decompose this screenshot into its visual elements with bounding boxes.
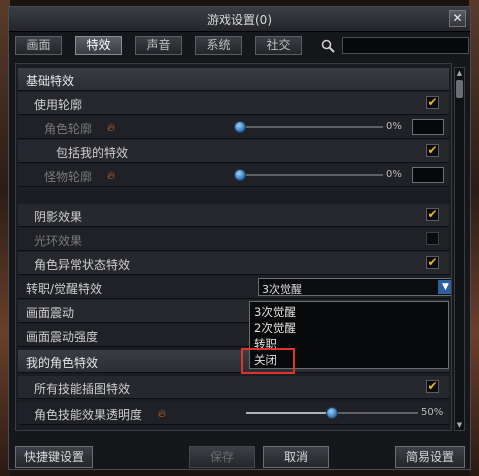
- scroll-up-icon[interactable]: ▲: [455, 68, 464, 78]
- setting-row-include-my-effects: 包括我的特效 ✔: [18, 140, 449, 163]
- tab-effects[interactable]: 特效: [75, 36, 122, 55]
- search-icon[interactable]: [321, 39, 335, 53]
- title-bar: 游戏设置(0) ✕: [9, 7, 470, 32]
- flame-icon: 🔥︎: [107, 169, 116, 182]
- setting-row-halo: 光环效果: [18, 228, 449, 251]
- tab-social[interactable]: 社交: [255, 36, 302, 55]
- setting-row-shadow: 阴影效果 ✔: [18, 204, 449, 227]
- abnormal-status-checkbox[interactable]: ✔: [426, 256, 439, 269]
- setting-label: 包括我的特效: [56, 146, 129, 160]
- simple-settings-button[interactable]: 简易设置: [395, 446, 465, 468]
- cancel-button[interactable]: 取消: [263, 446, 329, 468]
- search-input[interactable]: [342, 37, 469, 54]
- scroll-thumb[interactable]: [456, 80, 463, 98]
- shadow-checkbox[interactable]: ✔: [426, 208, 439, 221]
- flame-icon: 🔥︎: [107, 121, 116, 134]
- setting-label: 角色技能效果透明度: [34, 408, 143, 422]
- flame-icon: 🔥︎: [158, 407, 167, 420]
- tab-sound[interactable]: 声音: [135, 36, 182, 55]
- setting-label: 怪物轮廓: [44, 170, 93, 184]
- setting-label: 转职/觉醒特效: [26, 282, 103, 296]
- close-button[interactable]: ✕: [449, 10, 466, 27]
- scrollbar[interactable]: ▲ ▼: [454, 67, 465, 431]
- section-title: 基础特效: [26, 74, 75, 88]
- chevron-down-icon[interactable]: ▼: [438, 280, 451, 294]
- setting-row-awakening: 转职/觉醒特效 3次觉醒 ▼: [18, 276, 451, 299]
- highlight-box: [241, 348, 295, 374]
- skill-transparency-slider[interactable]: [246, 407, 418, 419]
- slider-knob[interactable]: [326, 407, 338, 419]
- percent-value: 50%: [421, 407, 444, 418]
- settings-window: 游戏设置(0) ✕ 画面 特效 声音 系统 社交 基础特效 使用轮廓 ✔ 角色轮…: [8, 6, 471, 470]
- setting-row-skill-cutin: 所有技能插图特效 ✔: [18, 376, 449, 399]
- setting-label: 光环效果: [34, 234, 83, 248]
- setting-label: 角色异常状态特效: [34, 258, 131, 272]
- shortcut-settings-button[interactable]: 快捷键设置: [15, 446, 93, 468]
- save-button[interactable]: 保存: [189, 446, 255, 468]
- section-title: 我的角色特效: [26, 356, 99, 370]
- setting-label: 画面震动: [26, 306, 75, 320]
- dropdown-option-3rd-awakening[interactable]: 3次觉醒: [254, 304, 296, 320]
- use-outline-checkbox[interactable]: ✔: [426, 96, 439, 109]
- tab-system[interactable]: 系统: [195, 36, 242, 55]
- window-title: 游戏设置(0): [207, 13, 272, 27]
- tab-display[interactable]: 画面: [15, 36, 62, 55]
- setting-row-use-outline: 使用轮廓 ✔: [18, 92, 449, 115]
- slider-knob[interactable]: [234, 121, 246, 133]
- setting-row-monster-outline: 怪物轮廓 🔥︎ 0%: [18, 164, 449, 187]
- select-value: 3次觉醒: [262, 283, 302, 296]
- monster-outline-slider[interactable]: [234, 169, 383, 181]
- awakening-select[interactable]: 3次觉醒 ▼: [258, 278, 451, 296]
- setting-row-skill-transparency: 角色技能效果透明度 🔥︎ 50%: [18, 402, 449, 425]
- monster-outline-color[interactable]: [412, 167, 444, 183]
- setting-label: 使用轮廓: [34, 98, 83, 112]
- percent-value: 0%: [386, 121, 402, 132]
- section-header-basic: 基础特效: [18, 68, 449, 91]
- character-outline-slider[interactable]: [234, 121, 383, 133]
- scroll-down-icon[interactable]: ▼: [455, 420, 464, 430]
- character-outline-color[interactable]: [412, 119, 444, 135]
- settings-list: 基础特效 使用轮廓 ✔ 角色轮廓 🔥︎ 0% 包括我的特效 ✔ 怪物轮廓 🔥︎: [15, 63, 452, 431]
- setting-label: 画面震动强度: [26, 330, 99, 344]
- setting-label: 角色轮廓: [44, 122, 93, 136]
- include-my-effects-checkbox[interactable]: ✔: [426, 144, 439, 157]
- slider-knob[interactable]: [234, 169, 246, 181]
- setting-label: 阴影效果: [34, 210, 83, 224]
- setting-row-abnormal-status: 角色异常状态特效 ✔: [18, 252, 449, 275]
- setting-row-character-outline: 角色轮廓 🔥︎ 0%: [18, 116, 449, 139]
- dropdown-option-2nd-awakening[interactable]: 2次觉醒: [254, 320, 296, 336]
- halo-checkbox[interactable]: [426, 232, 439, 245]
- skill-cutin-checkbox[interactable]: ✔: [426, 380, 439, 393]
- percent-value: 0%: [386, 169, 402, 180]
- setting-label: 所有技能插图特效: [34, 382, 131, 396]
